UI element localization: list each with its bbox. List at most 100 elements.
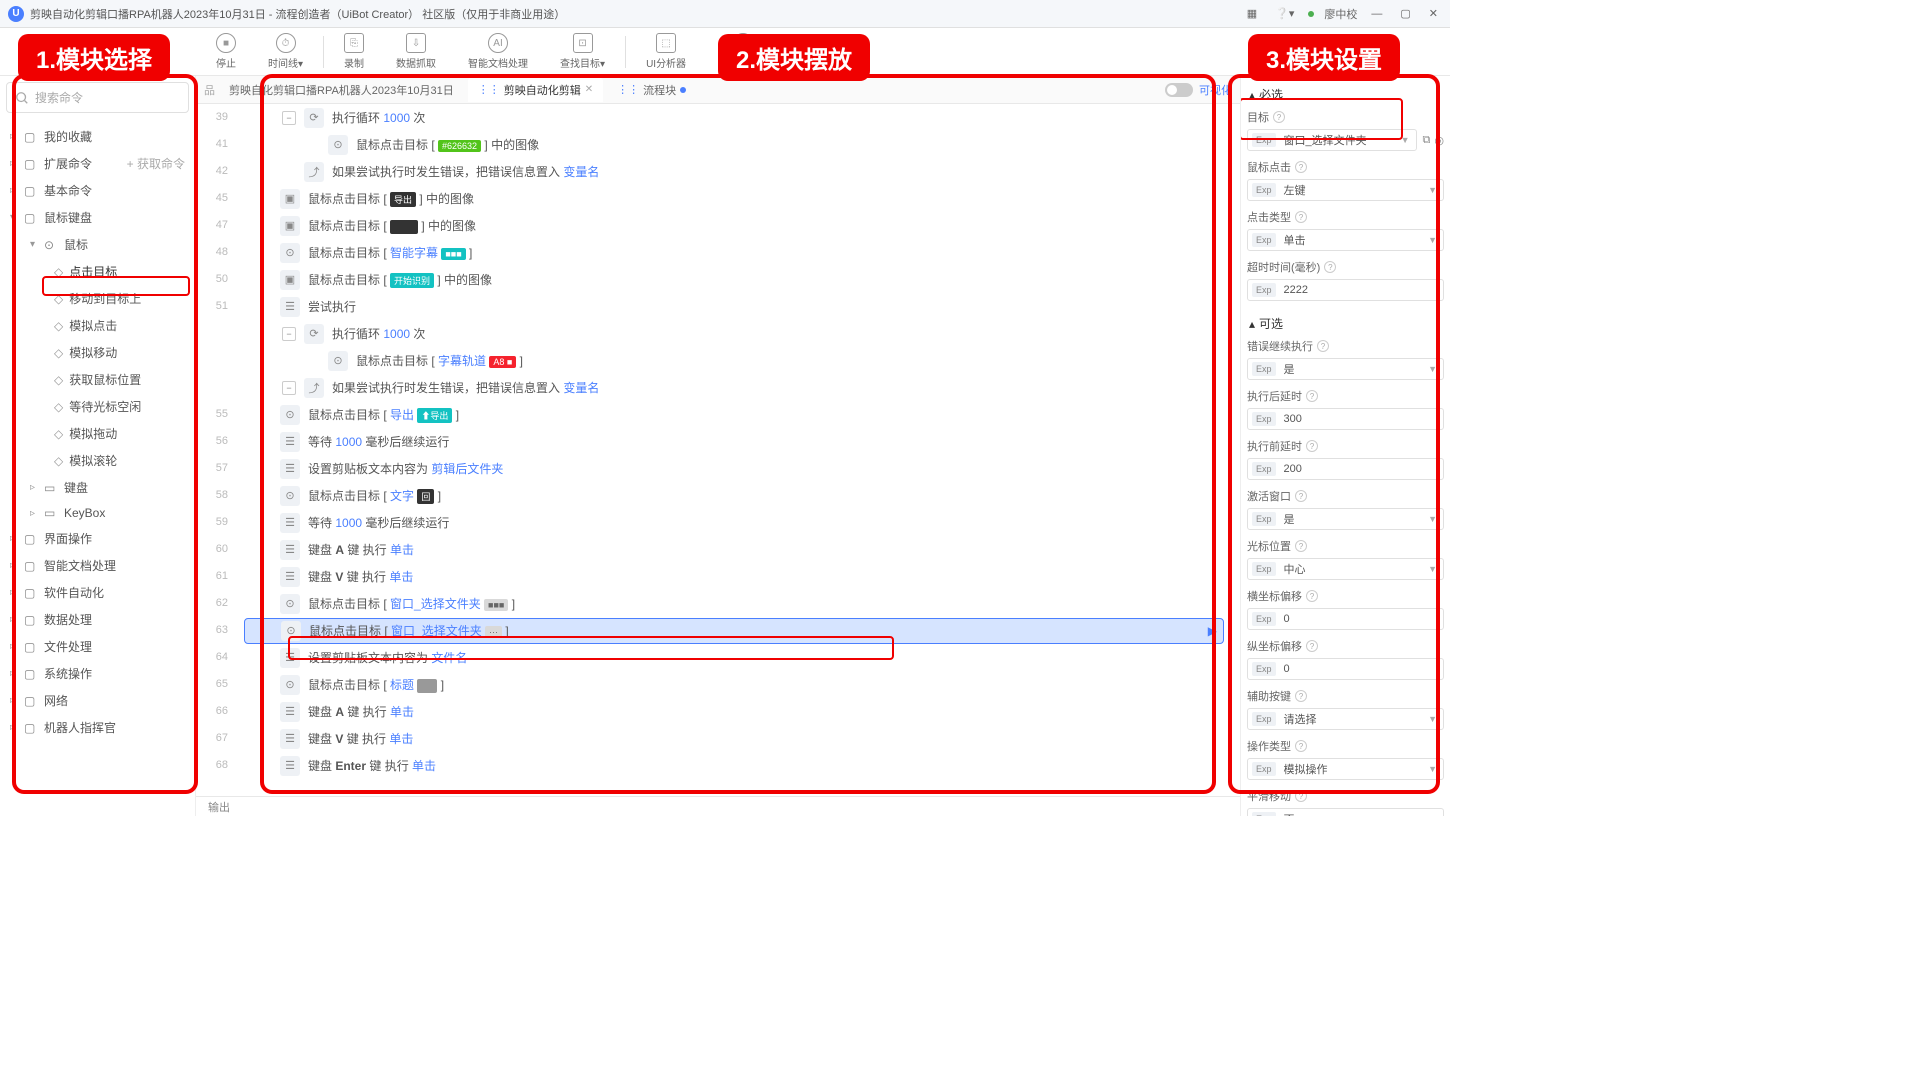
code-line[interactable]: ▣鼠标点击目标 [ ] 中的图像 <box>236 212 1240 239</box>
prop-input-smoothMove[interactable]: Exp否▼ <box>1247 808 1444 816</box>
ui-analyzer-button[interactable]: ⬚ UI分析器 <box>630 33 702 70</box>
tree-autosoft[interactable]: ▹▢软件自动化 <box>0 579 195 606</box>
help-icon[interactable]: ? <box>1295 540 1307 552</box>
help-icon[interactable]: ? <box>1317 340 1329 352</box>
tree-favorites[interactable]: ▹▢我的收藏 <box>0 123 195 150</box>
run-line-icon[interactable]: ▶ <box>1208 624 1217 638</box>
tree-extensions[interactable]: ▹▢扩展命令 <box>10 155 92 172</box>
help-icon[interactable]: ? <box>1306 640 1318 652</box>
prop-input-cursorPos[interactable]: Exp中心▼ <box>1247 558 1444 580</box>
tree-network[interactable]: ▹▢网络 <box>0 687 195 714</box>
help-icon[interactable]: ? <box>1306 390 1318 402</box>
tree-mouse-item[interactable]: ◇模拟滚轮 <box>0 447 195 474</box>
help-icon[interactable]: ❔▾ <box>1271 5 1298 22</box>
help-icon[interactable]: ? <box>1295 740 1307 752</box>
close-button[interactable]: ✕ <box>1425 5 1442 22</box>
code-line[interactable]: ⊙鼠标点击目标 [ 智能字幕 ■■■ ] <box>236 239 1240 266</box>
help-icon[interactable]: ? <box>1295 490 1307 502</box>
grid-icon[interactable]: ▦ <box>1243 5 1261 22</box>
code-line[interactable]: ▣鼠标点击目标 [ 开始识别 ] 中的图像 <box>236 266 1240 293</box>
help-icon[interactable]: ? <box>1295 790 1307 802</box>
tree-keybox[interactable]: ▹▭KeyBox <box>0 501 195 525</box>
help-icon[interactable]: ? <box>1295 690 1307 702</box>
code-line[interactable]: −⟳执行循环 1000 次 <box>236 104 1240 131</box>
prop-input-target[interactable]: Exp窗口_选择文件夹▼ <box>1247 129 1417 151</box>
tree-mouse[interactable]: ▾⊙鼠标 <box>0 231 195 258</box>
prop-input-beforeDelay[interactable]: Exp200 <box>1247 458 1444 480</box>
help-icon[interactable]: ? <box>1324 261 1336 273</box>
code-line[interactable]: ⤴如果尝试执行时发生错误，把错误信息置入 变量名 <box>236 158 1240 185</box>
code-line[interactable]: ☰尝试执行 <box>236 293 1240 320</box>
chevron-down-icon[interactable]: ▼ <box>1422 714 1443 724</box>
tree-mouse-item[interactable]: ◇模拟点击 <box>0 312 195 339</box>
timeline-button[interactable]: ⏱ 时间线▾ <box>252 33 319 70</box>
chevron-down-icon[interactable]: ▼ <box>1395 135 1416 145</box>
collapse-icon[interactable]: − <box>282 111 296 125</box>
find-target-button[interactable]: ⊡ 查找目标▾ <box>544 33 621 70</box>
tab-project[interactable]: 剪映自化剪辑口播RPA机器人2023年10月31日 <box>219 78 464 102</box>
tree-robotcmd[interactable]: ▹▢机器人指挥官 <box>0 714 195 741</box>
record-button[interactable]: ⎘ 录制 <box>328 33 380 70</box>
chevron-down-icon[interactable]: ▼ <box>1422 564 1443 574</box>
chevron-down-icon[interactable]: ▼ <box>1422 364 1443 374</box>
help-icon[interactable]: ? <box>1295 161 1307 173</box>
help-icon[interactable]: ? <box>1306 440 1318 452</box>
code-line[interactable]: ⊙鼠标点击目标 [ 窗口_选择文件夹 ··· ]▶ <box>236 617 1240 644</box>
prop-input-afterDelay[interactable]: Exp300 <box>1247 408 1444 430</box>
collapse-icon[interactable]: − <box>282 381 296 395</box>
search-input[interactable]: 搜索命令 <box>6 82 189 113</box>
open-target-icon[interactable]: ⧉ <box>1423 134 1431 147</box>
chevron-down-icon[interactable]: ▼ <box>1422 514 1443 524</box>
code-line[interactable]: ☰键盘 V 键 执行 单击 <box>236 725 1240 752</box>
tree-mouse-item[interactable]: ◇获取鼠标位置 <box>0 366 195 393</box>
user-name[interactable]: 廖中校 <box>1324 6 1357 22</box>
output-panel-header[interactable]: 输出 <box>196 796 1240 816</box>
code-line[interactable]: ☰键盘 A 键 执行 单击 <box>236 536 1240 563</box>
code-line[interactable]: ⊙鼠标点击目标 [ 文字 回 ] <box>236 482 1240 509</box>
code-line[interactable]: −⤴如果尝试执行时发生错误，把错误信息置入 变量名 <box>236 374 1240 401</box>
prop-input-click[interactable]: Exp左键▼ <box>1247 179 1444 201</box>
prop-input-modKey[interactable]: Exp请选择▼ <box>1247 708 1444 730</box>
chevron-down-icon[interactable]: ▼ <box>1422 235 1443 245</box>
minimize-button[interactable]: — <box>1367 6 1386 22</box>
locate-target-icon[interactable]: ◎ <box>1434 134 1444 147</box>
prop-input-clickType[interactable]: Exp单击▼ <box>1247 229 1444 251</box>
chevron-down-icon[interactable]: ▼ <box>1422 764 1443 774</box>
code-line[interactable]: ☰键盘 A 键 执行 单击 <box>236 698 1240 725</box>
tree-dataproc[interactable]: ▹▢数据处理 <box>0 606 195 633</box>
code-line[interactable]: ☰设置剪贴板文本内容为 剪辑后文件夹 <box>236 455 1240 482</box>
prop-input-opType[interactable]: Exp模拟操作▼ <box>1247 758 1444 780</box>
tab-block[interactable]: ⋮⋮流程块 <box>607 78 696 102</box>
get-commands-button[interactable]: + 获取命令 <box>127 155 185 172</box>
code-line[interactable]: ⊙鼠标点击目标 [ 标题 ] <box>236 671 1240 698</box>
code-line[interactable]: −⟳执行循环 1000 次 <box>236 320 1240 347</box>
code-line[interactable]: ☰等待 1000 毫秒后继续运行 <box>236 428 1240 455</box>
prop-input-timeout[interactable]: Exp2222 <box>1247 279 1444 301</box>
maximize-button[interactable]: ▢ <box>1396 5 1414 22</box>
help-icon[interactable]: ? <box>1273 111 1285 123</box>
tree-mouse-item[interactable]: ◇模拟拖动 <box>0 420 195 447</box>
collapse-icon[interactable]: − <box>282 327 296 341</box>
prop-input-yOffset[interactable]: Exp0 <box>1247 658 1444 680</box>
section-required[interactable]: ▴必选 <box>1245 80 1446 109</box>
tab-close-icon[interactable]: ✕ <box>585 84 593 95</box>
code-line[interactable]: ☰设置剪贴板文本内容为 文件名 <box>236 644 1240 671</box>
help-icon[interactable]: ? <box>1295 211 1307 223</box>
code-line[interactable]: ⊙鼠标点击目标 [ 字幕轨道 A8 ■ ] <box>236 347 1240 374</box>
tree-mouse-item[interactable]: ◇移动到目标上 <box>0 285 195 312</box>
section-optional[interactable]: ▴可选 <box>1245 309 1446 338</box>
tree-mouse-keyboard[interactable]: ▾▢鼠标键盘 <box>0 204 195 231</box>
data-scrape-button[interactable]: ⇩ 数据抓取 <box>380 33 452 70</box>
code-editor[interactable]: 3941424547485051555657585960616263646566… <box>196 104 1240 796</box>
tree-mouse-item[interactable]: ◇模拟移动 <box>0 339 195 366</box>
code-line[interactable]: ▣鼠标点击目标 [ 导出 ] 中的图像 <box>236 185 1240 212</box>
visualize-toggle[interactable] <box>1165 83 1193 97</box>
prop-input-activateWin[interactable]: Exp是▼ <box>1247 508 1444 530</box>
code-line[interactable]: ☰键盘 Enter 键 执行 单击 <box>236 752 1240 779</box>
stop-button[interactable]: ■ 停止 <box>200 33 252 70</box>
code-line[interactable]: ☰等待 1000 毫秒后继续运行 <box>236 509 1240 536</box>
smart-doc-button[interactable]: AI 智能文档处理 <box>452 33 544 70</box>
code-line[interactable]: ⊙鼠标点击目标 [ 导出 ⬆导出 ] <box>236 401 1240 428</box>
tree-sysop[interactable]: ▹▢系统操作 <box>0 660 195 687</box>
tree-mouse-item[interactable]: ◇等待光标空闲 <box>0 393 195 420</box>
